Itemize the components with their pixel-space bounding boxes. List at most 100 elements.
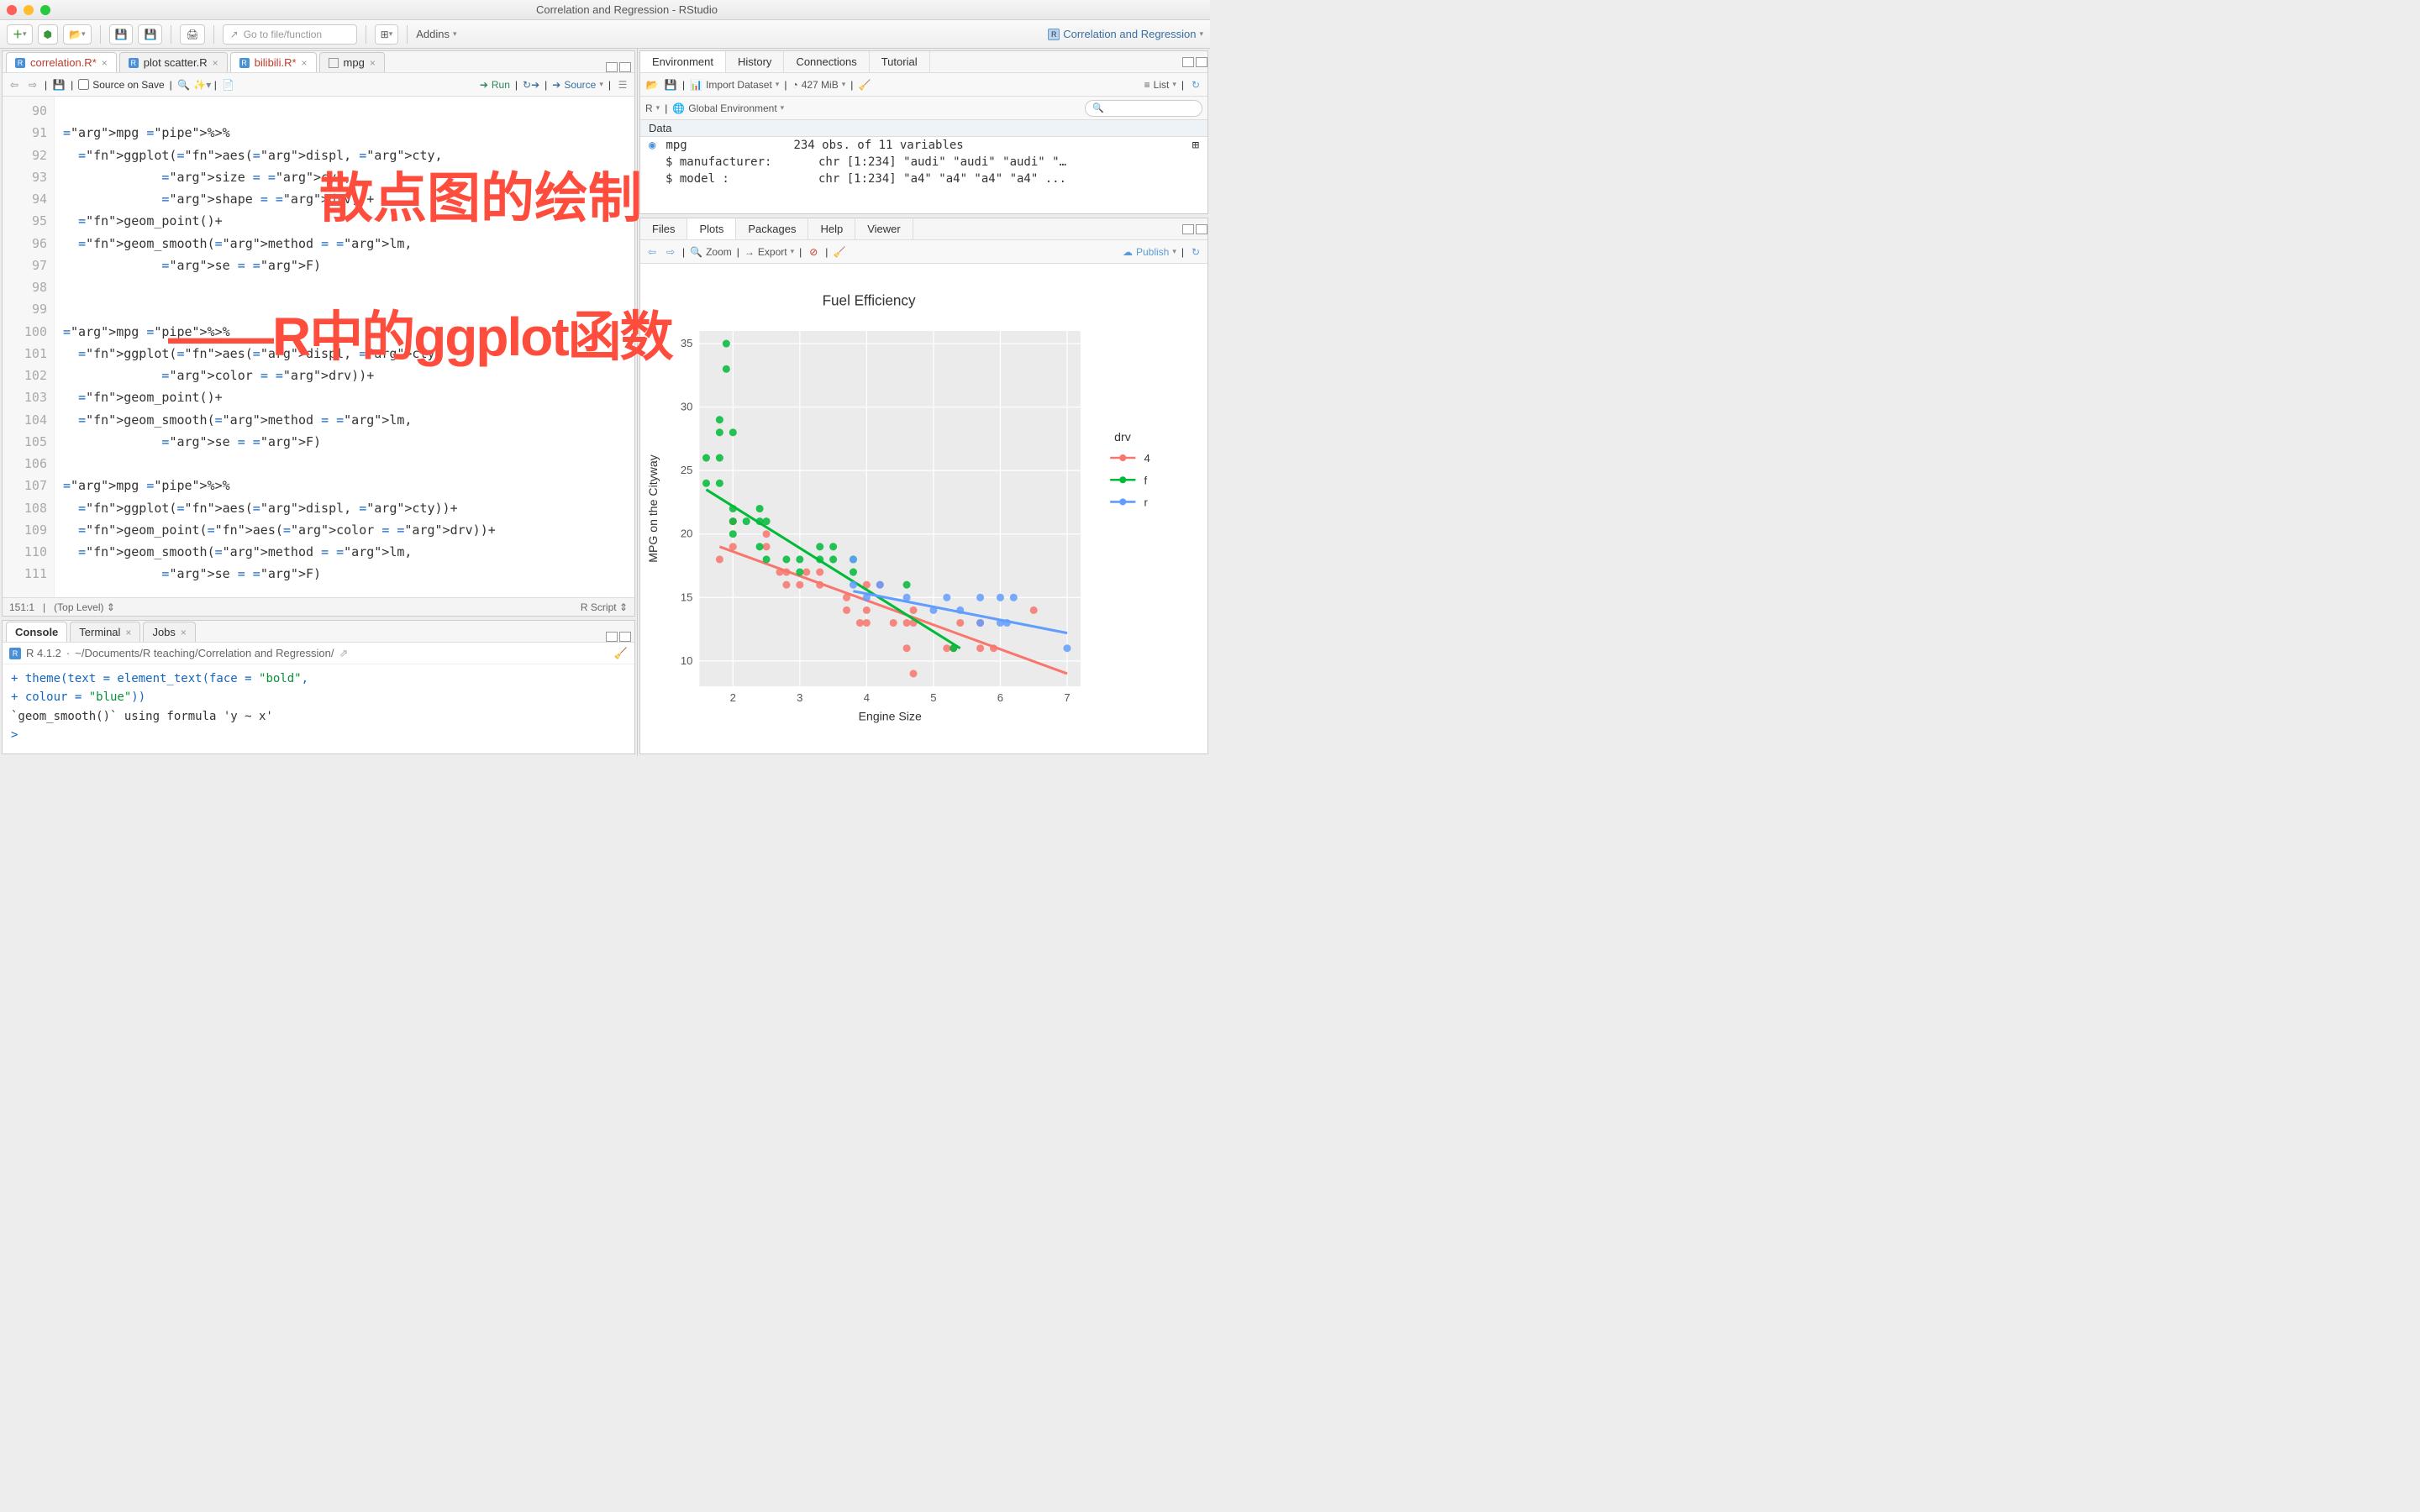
tutorial-tab[interactable]: Tutorial (870, 51, 930, 72)
find-icon[interactable]: 🔍 (177, 78, 191, 92)
svg-text:20: 20 (681, 528, 693, 540)
svg-text:3: 3 (797, 691, 802, 704)
notebook-icon[interactable]: 📄 (222, 78, 235, 92)
go-to-file-input[interactable]: ↗Go to file/function (223, 24, 357, 45)
window-title: Correlation and Regression - RStudio (50, 3, 1203, 16)
load-workspace-icon[interactable]: 📂 (645, 78, 659, 92)
env-section-data: Data (640, 120, 1207, 137)
close-icon[interactable]: × (102, 57, 108, 69)
environment-search-input[interactable] (1085, 100, 1202, 117)
prev-plot-icon[interactable]: ⇦ (645, 245, 659, 259)
print-button[interactable]: 🖨 (180, 24, 204, 45)
outline-icon[interactable]: ☰ (616, 78, 629, 92)
save-workspace-icon[interactable]: 💾 (664, 78, 677, 92)
import-dataset-menu[interactable]: 📊 Import Dataset ▾ (690, 79, 779, 91)
svg-text:Engine Size: Engine Size (859, 709, 922, 722)
workspace-panes-button[interactable]: ⊞▾ (375, 24, 399, 45)
connections-tab[interactable]: Connections (784, 51, 869, 72)
minimize-pane-button[interactable] (606, 632, 618, 642)
wand-icon[interactable]: ✨▾ (196, 78, 209, 92)
remove-plot-icon[interactable]: ⊘ (807, 245, 820, 259)
help-tab[interactable]: Help (808, 218, 855, 239)
editor-tab-mpg[interactable]: mpg× (319, 52, 385, 72)
editor-tab-plot-scatter[interactable]: Rplot scatter.R× (119, 52, 228, 72)
refresh-plot-icon[interactable]: ↻ (1189, 245, 1202, 259)
close-icon[interactable]: × (370, 57, 376, 69)
r-version: R 4.1.2 (26, 647, 61, 659)
new-project-button[interactable]: ⬢ (38, 24, 58, 45)
minimize-window-button[interactable] (24, 5, 34, 15)
svg-text:Fuel Efficiency: Fuel Efficiency (823, 293, 916, 309)
open-file-button[interactable]: 📂▾ (63, 24, 91, 45)
project-menu[interactable]: R Correlation and Regression ▾ (1048, 28, 1203, 40)
jobs-tab[interactable]: Jobs× (143, 622, 195, 642)
back-icon[interactable]: ⇦ (8, 78, 21, 92)
memory-usage[interactable]: ◔ 427 MiB ▾ (792, 79, 845, 91)
svg-text:drv: drv (1114, 430, 1131, 444)
rerun-button[interactable]: ↻➔ (523, 79, 539, 91)
svg-text:MPG on the Cityway: MPG on the Cityway (646, 454, 660, 562)
maximize-pane-button[interactable] (619, 62, 631, 72)
environment-tab[interactable]: Environment (640, 51, 726, 72)
svg-text:15: 15 (681, 591, 693, 603)
terminal-tab[interactable]: Terminal× (70, 622, 140, 642)
language-label[interactable]: R Script ⇕ (581, 601, 628, 613)
svg-text:2: 2 (730, 691, 736, 704)
environment-scope-menu[interactable]: 🌐 Global Environment ▾ (672, 102, 784, 114)
clear-console-icon[interactable]: 🧹 (614, 647, 628, 660)
minimize-pane-button[interactable] (1182, 57, 1194, 67)
cursor-position: 151:1 (9, 601, 34, 613)
console-output[interactable]: + theme(text = element_text(face = "bold… (3, 664, 634, 753)
console-tabstrip: Console Terminal× Jobs× (3, 621, 634, 643)
files-tab[interactable]: Files (640, 218, 687, 239)
history-tab[interactable]: History (726, 51, 784, 72)
close-icon[interactable]: × (302, 57, 308, 69)
save-all-button[interactable]: 💾 (138, 24, 162, 45)
code-editor[interactable]: 9091929394959697989910010110210310410510… (3, 97, 634, 597)
view-mode-menu[interactable]: ≡ List ▾ (1144, 79, 1176, 91)
editor-tab-correlation[interactable]: Rcorrelation.R*× (6, 52, 117, 72)
publish-menu[interactable]: ☁ Publish ▾ (1123, 246, 1176, 258)
save-icon[interactable]: 💾 (52, 78, 66, 92)
env-var-model: $ model : chr [1:234] "a4" "a4" "a4" "a4… (640, 171, 1207, 187)
new-file-button[interactable]: ＋▾ (7, 24, 33, 45)
maximize-pane-button[interactable] (619, 632, 631, 642)
svg-text:6: 6 (997, 691, 1003, 704)
maximize-pane-button[interactable] (1196, 57, 1207, 67)
clear-objects-icon[interactable]: 🧹 (858, 78, 871, 92)
source-button[interactable]: ➔ Source ▾ (552, 79, 603, 91)
forward-icon[interactable]: ⇨ (26, 78, 39, 92)
minimize-pane-button[interactable] (606, 62, 618, 72)
save-button[interactable]: 💾 (109, 24, 134, 45)
close-window-button[interactable] (7, 5, 17, 15)
editor-tab-bilibili[interactable]: Rbilibili.R*× (230, 52, 317, 72)
svg-text:r: r (1144, 496, 1148, 508)
plots-tab[interactable]: Plots (687, 218, 736, 239)
refresh-env-icon[interactable]: ↻ (1189, 78, 1202, 92)
zoom-window-button[interactable] (40, 5, 50, 15)
environment-pane: Environment History Connections Tutorial… (639, 50, 1208, 214)
packages-tab[interactable]: Packages (736, 218, 808, 239)
source-on-save-checkbox[interactable]: Source on Save (78, 79, 164, 91)
next-plot-icon[interactable]: ⇨ (664, 245, 677, 259)
table-view-icon[interactable]: ⊞ (1192, 139, 1199, 152)
language-scope-menu[interactable]: R ▾ (645, 102, 660, 114)
console-tab[interactable]: Console (6, 622, 67, 642)
env-var-manufacturer: $ manufacturer: chr [1:234] "audi" "audi… (640, 154, 1207, 171)
minimize-pane-button[interactable] (1182, 224, 1194, 234)
run-button[interactable]: ➔ Run (480, 79, 510, 91)
export-menu[interactable]: → Export ▾ (744, 246, 794, 258)
scope-label[interactable]: (Top Level) ⇕ (54, 601, 115, 613)
addins-menu[interactable]: Addins ▾ (416, 28, 456, 40)
viewer-tab[interactable]: Viewer (855, 218, 913, 239)
zoom-button[interactable]: 🔍 Zoom (690, 246, 732, 258)
main-toolbar: ＋▾ ⬢ 📂▾ 💾 💾 🖨 ↗Go to file/function ⊞▾ Ad… (0, 20, 1210, 49)
maximize-pane-button[interactable] (1196, 224, 1207, 234)
close-icon[interactable]: × (213, 57, 218, 69)
clear-plots-icon[interactable]: 🧹 (833, 245, 846, 259)
wd-link-icon[interactable]: ⇗ (339, 647, 348, 660)
editor-tabstrip: Rcorrelation.R*× Rplot scatter.R× Rbilib… (3, 51, 634, 73)
env-object-mpg[interactable]: ◉ mpg 234 obs. of 11 variables ⊞ (640, 137, 1207, 154)
console-pane: Console Terminal× Jobs× R R 4.1.2 · ~/Do… (2, 620, 635, 754)
svg-text:f: f (1144, 474, 1147, 486)
